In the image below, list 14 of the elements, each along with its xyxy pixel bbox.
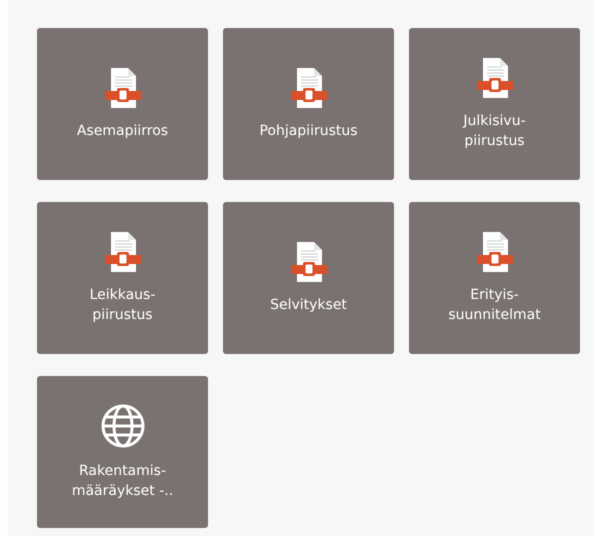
document-icon bbox=[290, 66, 328, 109]
category-tile[interactable]: Pohjapiirustus bbox=[223, 28, 394, 180]
document-icon bbox=[290, 240, 328, 283]
category-tile[interactable]: Selvitykset bbox=[223, 202, 394, 354]
document-icon bbox=[476, 230, 514, 273]
category-tile[interactable]: Erityis- suunnitelmat bbox=[409, 202, 580, 354]
category-tile[interactable]: Julkisivu- piirustus bbox=[409, 28, 580, 180]
category-tile[interactable]: Asemapiirros bbox=[37, 28, 208, 180]
document-icon bbox=[104, 66, 142, 109]
document-icon bbox=[104, 230, 142, 273]
category-tile[interactable]: Leikkaus- piirustus bbox=[37, 202, 208, 354]
globe-icon bbox=[100, 402, 146, 449]
document-icon bbox=[476, 56, 514, 99]
category-tile[interactable]: Rakentamis- määräykset -.. bbox=[37, 376, 208, 528]
